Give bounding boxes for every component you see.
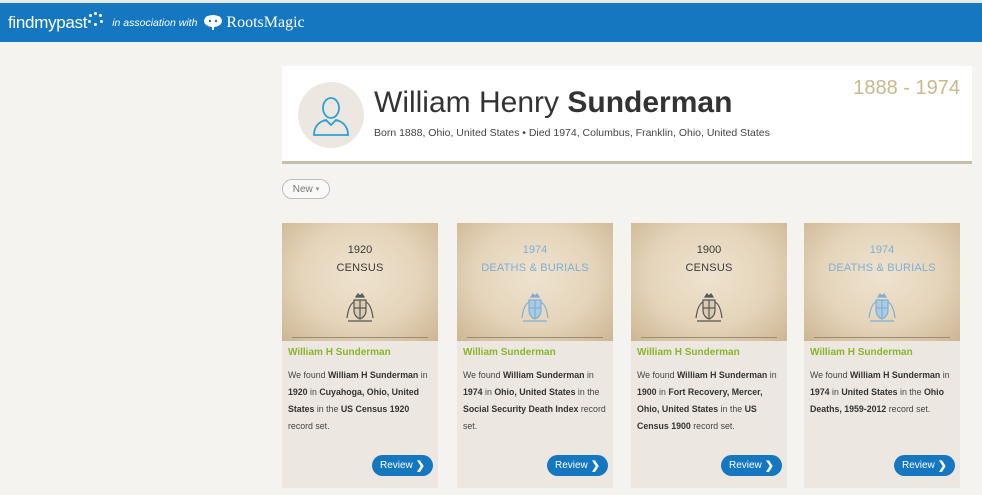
- person-outline-icon: [313, 97, 349, 136]
- person-given-names: William Henry: [374, 86, 560, 119]
- royal-crest-icon: [695, 293, 723, 322]
- review-label: Review: [379, 460, 413, 471]
- record-card[interactable]: 1920 CENSUS William H Sunderman We found…: [282, 223, 438, 488]
- record-hint-list: 1920 CENSUS William H Sunderman We found…: [282, 223, 972, 493]
- chevron-right-icon: ❯: [415, 460, 425, 472]
- record-description: We found William H Sunderman in 1974 in …: [810, 370, 950, 414]
- chevron-right-icon: ❯: [764, 460, 774, 472]
- chevron-right-icon: ❯: [590, 460, 600, 472]
- record-card[interactable]: 1900 CENSUS William H Sunderman We found…: [631, 223, 787, 488]
- record-type: CENSUS: [685, 262, 733, 274]
- record-person-name[interactable]: William H Sunderman: [288, 347, 391, 358]
- findmypast-logo-text: findmypast: [8, 12, 88, 32]
- sparkle-dots-icon: [88, 11, 104, 28]
- royal-crest-icon: [868, 293, 896, 322]
- chevron-right-icon: ❯: [937, 460, 947, 472]
- review-label: Review: [554, 460, 588, 471]
- record-type: CENSUS: [336, 262, 384, 274]
- cover-rule: [467, 337, 603, 338]
- cover-rule: [292, 337, 428, 338]
- record-person-name[interactable]: William H Sunderman: [637, 347, 740, 358]
- record-cover-image: 1920 CENSUS: [282, 223, 438, 341]
- person-name: William Henry Sunderman: [374, 86, 732, 120]
- record-person-name[interactable]: William Sunderman: [463, 347, 556, 358]
- person-years: 1888 - 1974: [853, 77, 960, 99]
- review-label: Review: [728, 460, 762, 471]
- record-year: 1900: [696, 244, 722, 256]
- record-year: 1974: [522, 244, 548, 256]
- top-bar: findmypast in association with RootsMagi…: [0, 0, 982, 42]
- caret-down-icon: ▾: [315, 186, 320, 193]
- record-card[interactable]: 1974 DEATHS & BURIALS William Sunderman …: [457, 223, 613, 488]
- avatar[interactable]: [298, 82, 364, 148]
- review-button[interactable]: Review ❯: [547, 455, 608, 476]
- record-year: 1974: [869, 244, 895, 256]
- findmypast-logo[interactable]: findmypast: [8, 11, 104, 33]
- record-description: We found William H Sunderman in 1920 in …: [288, 370, 428, 431]
- record-description: We found William Sunderman in 1974 in Oh…: [463, 370, 606, 431]
- record-cover-image: 1974 DEATHS & BURIALS: [457, 223, 613, 341]
- royal-crest-icon: [346, 293, 374, 322]
- record-person-name[interactable]: William H Sunderman: [810, 347, 913, 358]
- record-cover-image: 1900 CENSUS: [631, 223, 787, 341]
- record-year: 1920: [347, 244, 373, 256]
- record-description: We found William H Sunderman in 1900 in …: [637, 370, 777, 431]
- review-button[interactable]: Review ❯: [894, 455, 955, 476]
- record-cover-image: 1974 DEATHS & BURIALS: [804, 223, 960, 341]
- review-label: Review: [901, 460, 935, 471]
- cover-rule: [814, 337, 950, 338]
- person-card: William Henry Sunderman Born 1888, Ohio,…: [282, 66, 972, 164]
- record-card[interactable]: 1974 DEATHS & BURIALS William H Sunderma…: [804, 223, 960, 488]
- new-filter-dropdown[interactable]: New ▾: [282, 179, 330, 199]
- new-filter-label: New: [292, 183, 313, 195]
- person-surname: Sunderman: [567, 86, 733, 119]
- person-life-summary: Born 1888, Ohio, United States • Died 19…: [374, 127, 770, 139]
- rootsmagic-logo-text: RootsMagic: [226, 13, 305, 31]
- royal-crest-icon: [521, 293, 549, 322]
- review-button[interactable]: Review ❯: [721, 455, 782, 476]
- review-button[interactable]: Review ❯: [372, 455, 433, 476]
- rootsmagic-logo[interactable]: RootsMagic: [203, 13, 305, 32]
- cover-rule: [641, 337, 777, 338]
- record-type: DEATHS & BURIALS: [481, 262, 589, 274]
- record-type: DEATHS & BURIALS: [828, 262, 936, 274]
- tree-logo-icon: [204, 15, 223, 30]
- association-text: in association with: [112, 16, 198, 29]
